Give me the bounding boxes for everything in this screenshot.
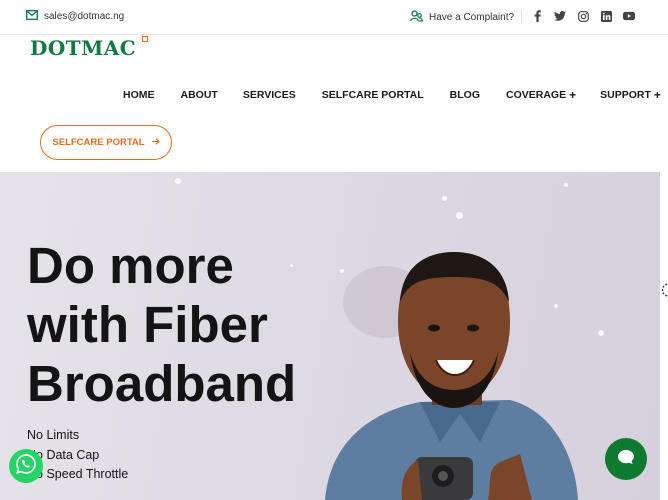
- nav-home[interactable]: HOME: [123, 88, 155, 102]
- snowflake-dot: [564, 183, 568, 187]
- social-links: [531, 9, 635, 23]
- plus-icon: +: [653, 88, 661, 102]
- main-nav: HOME ABOUT SERVICES SELFCARE PORTAL BLOG…: [123, 88, 661, 102]
- whatsapp-icon: [15, 453, 37, 480]
- scroll-handle-icon[interactable]: [659, 283, 668, 297]
- hero-title-line: Do more: [27, 237, 234, 294]
- email-link[interactable]: sales@dotmac.ng: [26, 10, 124, 23]
- nav-coverage[interactable]: COVERAGE +: [506, 88, 576, 102]
- twitter-icon[interactable]: [554, 9, 566, 23]
- live-chat-button[interactable]: [605, 438, 647, 480]
- instagram-icon[interactable]: [577, 9, 589, 23]
- feature-item: No Limits: [27, 428, 80, 442]
- hero-title-line: Broadband: [27, 355, 297, 412]
- email-text: sales@dotmac.ng: [44, 11, 125, 22]
- hero-banner: Do more with Fiber Broadband No Limits N…: [0, 172, 660, 500]
- selfcare-portal-button[interactable]: SELFCARE PORTAL: [40, 125, 172, 160]
- plus-icon: +: [569, 88, 577, 102]
- nav-blog[interactable]: BLOG: [450, 88, 480, 102]
- users-icon: [410, 10, 424, 25]
- nav-selfcare-portal[interactable]: SELFCARE PORTAL: [322, 88, 424, 102]
- top-bar: sales@dotmac.ng Have a Complaint?: [0, 0, 668, 35]
- snowflake-dot: [175, 178, 181, 184]
- logo-mark: [142, 36, 148, 42]
- feature-list: No Limits No Data Cap No Speed Throttle: [27, 426, 128, 485]
- nav-services[interactable]: SERVICES: [243, 88, 296, 102]
- hero-title: Do more with Fiber Broadband: [27, 236, 347, 413]
- mail-icon: [26, 10, 38, 23]
- chat-bubble-icon: [617, 449, 635, 470]
- divider: [521, 10, 522, 23]
- linkedin-icon[interactable]: [600, 9, 612, 23]
- nav-support[interactable]: SUPPORT +: [600, 88, 661, 102]
- dotmac-logo[interactable]: DOTMAC: [30, 36, 136, 60]
- hero-person-image: [325, 252, 578, 500]
- snowflake-dot: [456, 212, 463, 219]
- complaint-text: Have a Complaint?: [429, 12, 515, 23]
- snowflake-dot: [442, 196, 447, 201]
- whatsapp-button[interactable]: [9, 449, 43, 483]
- youtube-icon[interactable]: [623, 9, 635, 23]
- nav-about[interactable]: ABOUT: [181, 88, 218, 102]
- selfcare-portal-button-label: SELFCARE PORTAL: [52, 137, 145, 148]
- page-edge: [660, 172, 668, 500]
- arrow-right-icon: [151, 137, 160, 148]
- hero-title-line: with Fiber: [27, 296, 268, 353]
- complaint-link[interactable]: Have a Complaint?: [410, 10, 514, 25]
- facebook-icon[interactable]: [531, 9, 543, 23]
